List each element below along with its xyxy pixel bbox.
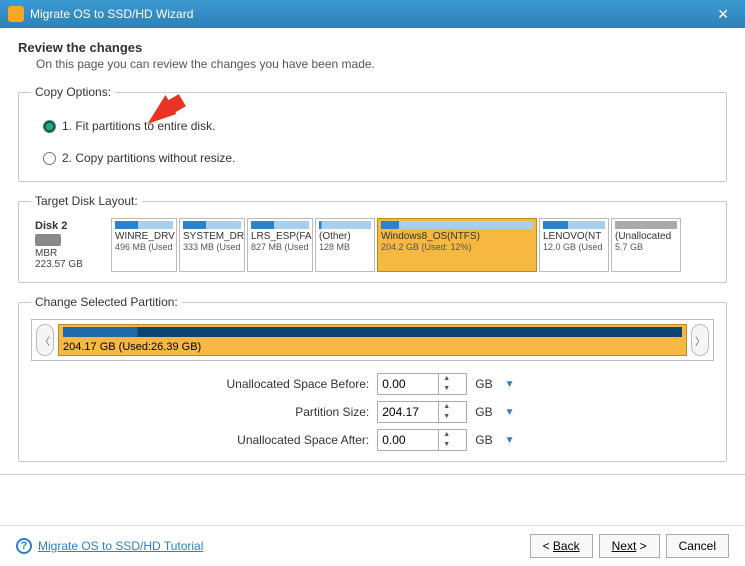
shrink-left-button[interactable]: 〈 xyxy=(36,324,54,356)
next-button[interactable]: Next > xyxy=(599,534,660,558)
spin-up-icon[interactable]: ▲ xyxy=(439,430,454,440)
back-button[interactable]: < Back xyxy=(530,534,593,558)
space-after-field[interactable] xyxy=(378,433,438,447)
partition-cell[interactable]: SYSTEM_DR333 MB (Used xyxy=(179,218,245,272)
partition-cell[interactable]: LRS_ESP(FA827 MB (Used xyxy=(247,218,313,272)
unit-label: GB xyxy=(475,405,492,419)
change-partition-legend: Change Selected Partition: xyxy=(31,295,182,309)
unit-menu-button[interactable]: ▼ xyxy=(501,407,519,418)
partition-cell[interactable]: (Other)128 MB xyxy=(315,218,375,272)
titlebar: Migrate OS to SSD/HD Wizard ✕ xyxy=(0,0,745,28)
disk-name: Disk 2 xyxy=(35,220,105,232)
partition-label: LENOVO(NT xyxy=(543,231,605,242)
partition-size: 204.2 GB (Used: 12%) xyxy=(381,242,533,252)
tutorial-link[interactable]: Migrate OS to SSD/HD Tutorial xyxy=(38,539,203,553)
close-icon[interactable]: ✕ xyxy=(709,6,737,23)
partition-usage-bar xyxy=(615,221,677,229)
partition-size-input[interactable]: ▲▼ xyxy=(377,401,467,423)
partition-label: SYSTEM_DR xyxy=(183,231,241,242)
help-icon[interactable]: ? xyxy=(16,538,32,554)
cancel-button[interactable]: Cancel xyxy=(666,534,729,558)
unit-label: GB xyxy=(475,377,492,391)
unit-menu-button[interactable]: ▼ xyxy=(501,435,519,446)
spin-down-icon[interactable]: ▼ xyxy=(439,412,454,422)
partition-size: 333 MB (Used xyxy=(183,242,241,252)
partition-size: 12.0 GB (Used xyxy=(543,242,605,252)
change-partition-group: Change Selected Partition: 〈 204.17 GB (… xyxy=(18,295,727,462)
radio-copy-label: 2. Copy partitions without resize. xyxy=(62,151,235,165)
spin-down-icon[interactable]: ▼ xyxy=(439,384,454,394)
partition-size: 827 MB (Used xyxy=(251,242,309,252)
space-before-label: Unallocated Space Before: xyxy=(226,377,369,391)
radio-fit-label: 1. Fit partitions to entire disk. xyxy=(62,119,215,133)
partition-label: WINRE_DRV xyxy=(115,231,173,242)
partition-usage-bar xyxy=(183,221,241,229)
partition-usage-bar xyxy=(251,221,309,229)
usage-bar xyxy=(63,327,682,337)
partition-size: 496 MB (Used xyxy=(115,242,173,252)
space-before-input[interactable]: ▲▼ xyxy=(377,373,467,395)
partition-cell[interactable]: (Unallocated5.7 GB xyxy=(611,218,681,272)
disk-size: 223.57 GB xyxy=(35,259,105,270)
radio-fit-partitions[interactable] xyxy=(43,120,56,133)
space-after-input[interactable]: ▲▼ xyxy=(377,429,467,451)
window-title: Migrate OS to SSD/HD Wizard xyxy=(30,7,193,21)
partition-cell[interactable]: WINRE_DRV496 MB (Used xyxy=(111,218,177,272)
partition-cell[interactable]: Windows8_OS(NTFS)204.2 GB (Used: 12%) xyxy=(377,218,537,272)
partition-label: LRS_ESP(FA xyxy=(251,231,309,242)
page-subheading: On this page you can review the changes … xyxy=(36,57,727,71)
partition-usage-bar xyxy=(543,221,605,229)
unit-label: GB xyxy=(475,433,492,447)
space-after-label: Unallocated Space After: xyxy=(226,433,369,447)
partition-size-label: Partition Size: xyxy=(226,405,369,419)
partition-usage-bar xyxy=(381,221,533,229)
space-before-field[interactable] xyxy=(378,377,438,391)
page-heading: Review the changes xyxy=(18,40,727,55)
partition-label: (Unallocated xyxy=(615,231,677,242)
selected-partition-label: 204.17 GB (Used:26.39 GB) xyxy=(63,341,201,353)
copy-options-legend: Copy Options: xyxy=(31,85,115,99)
spin-up-icon[interactable]: ▲ xyxy=(439,374,454,384)
grow-right-button[interactable]: 〉 xyxy=(691,324,709,356)
target-layout-legend: Target Disk Layout: xyxy=(31,194,142,208)
footer: ? Migrate OS to SSD/HD Tutorial < Back N… xyxy=(0,525,745,566)
radio-copy-no-resize[interactable] xyxy=(43,152,56,165)
partition-label: Windows8_OS(NTFS) xyxy=(381,231,533,242)
selected-partition-bar[interactable]: 204.17 GB (Used:26.39 GB) xyxy=(58,324,687,356)
app-icon xyxy=(8,6,24,22)
disk-icon xyxy=(35,234,61,246)
unit-menu-button[interactable]: ▼ xyxy=(501,379,519,390)
disk-info: Disk 2 MBR 223.57 GB xyxy=(31,218,109,272)
partition-usage-bar xyxy=(115,221,173,229)
copy-options-group: Copy Options: 1. Fit partitions to entir… xyxy=(18,85,727,182)
partition-size: 128 MB xyxy=(319,242,371,252)
partition-usage-bar xyxy=(319,221,371,229)
partition-cell[interactable]: LENOVO(NT12.0 GB (Used xyxy=(539,218,609,272)
partition-label: (Other) xyxy=(319,231,371,242)
partition-size: 5.7 GB xyxy=(615,242,677,252)
disk-type: MBR xyxy=(35,248,105,259)
partition-size-field[interactable] xyxy=(378,405,438,419)
target-disk-layout-group: Target Disk Layout: Disk 2 MBR 223.57 GB… xyxy=(18,194,727,283)
spin-down-icon[interactable]: ▼ xyxy=(439,440,454,450)
spin-up-icon[interactable]: ▲ xyxy=(439,402,454,412)
